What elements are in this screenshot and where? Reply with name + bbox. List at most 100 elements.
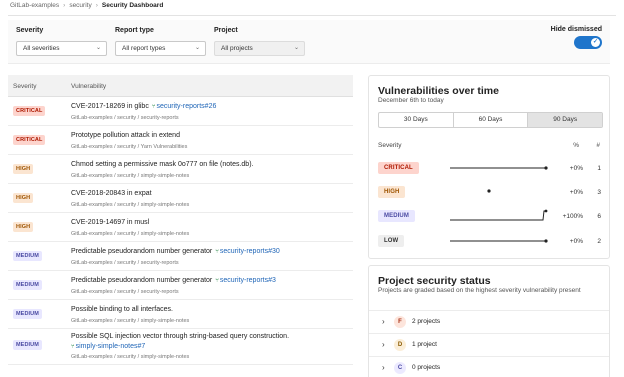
range-90-days[interactable]: 90 Days	[528, 113, 603, 127]
issue-link-text[interactable]: security-reports#26	[156, 103, 216, 110]
vulnerability-title[interactable]: CVE-2017-18269 in glibc ⑂security-reports…	[71, 103, 216, 110]
project-filter-label: Project	[214, 27, 238, 34]
project-path: GitLab-examples / security / security-re…	[71, 260, 179, 266]
vulnerabilities-over-time-card: Vulnerabilities over time December 6th t…	[368, 75, 610, 259]
vulnerability-title-text[interactable]: Prototype pollution attack in extend	[71, 132, 180, 139]
over-time-row-low: LOW +0% 2	[378, 233, 603, 249]
report-type-select-value: All report types	[122, 45, 166, 52]
range-30-days[interactable]: 30 Days	[379, 113, 454, 127]
severity-badge: MEDIUM	[13, 251, 42, 261]
vulnerability-title[interactable]: CVE-2018-20843 in expat	[71, 190, 152, 197]
severity-badge: MEDIUM	[13, 280, 42, 290]
severity-badge: CRITICAL	[13, 135, 46, 145]
project-path: GitLab-examples / security / security-re…	[71, 289, 179, 295]
issue-link[interactable]: ⑂security-reports#26	[152, 103, 217, 110]
severity-filter: Severity All severities ⌄	[16, 27, 107, 56]
vulnerability-column-header: Vulnerability	[71, 83, 107, 90]
severity-badge: HIGH	[13, 222, 34, 232]
vulnerability-title-text[interactable]: Possible SQL injection vector through st…	[71, 333, 289, 340]
vulnerability-row[interactable]: MEDIUM Predictable pseudorandom number ge…	[8, 242, 353, 271]
trend-sparkline	[487, 189, 491, 193]
vulnerability-title[interactable]: Prototype pollution attack in extend	[71, 132, 180, 139]
issue-link-text[interactable]: security-reports#30	[220, 248, 280, 255]
grade-row-c[interactable]: › C 0 projects	[369, 356, 609, 377]
severity-badge: LOW	[378, 235, 405, 247]
vulnerability-title-text[interactable]: Possible binding to all interfaces.	[71, 306, 173, 313]
vulnerability-title-text[interactable]: CVE-2018-20843 in expat	[71, 190, 152, 197]
merge-request-icon: ⑂	[215, 278, 219, 284]
trend-sparkline	[450, 166, 548, 170]
report-type-filter: Report type All report types ⌄	[115, 27, 206, 56]
breadcrumb-subgroup[interactable]: security	[69, 2, 91, 9]
hide-dismissed-toggle[interactable]: ✓	[574, 36, 602, 49]
breadcrumb-current[interactable]: Security Dashboard	[102, 2, 163, 9]
percent-header: %	[573, 142, 579, 149]
vulnerability-title[interactable]: Predictable pseudorandom number generato…	[71, 277, 276, 284]
severity-badge: CRITICAL	[378, 162, 419, 174]
vulnerability-row[interactable]: HIGH CVE-2018-20843 in expat GitLab-exampl…	[8, 184, 353, 213]
issue-link[interactable]: ⑂security-reports#30	[215, 248, 280, 255]
severity-select[interactable]: All severities ⌄	[16, 41, 107, 56]
project-path: GitLab-examples / security / simply-simp…	[71, 202, 190, 208]
severity-badge: HIGH	[13, 193, 34, 203]
grade-project-count: 1 project	[412, 341, 437, 348]
hide-dismissed: Hide dismissed ✓	[551, 26, 602, 51]
report-type-select[interactable]: All report types ⌄	[115, 41, 206, 56]
project-path: GitLab-examples / security / simply-simp…	[71, 318, 190, 324]
vulnerability-row[interactable]: MEDIUM Possible binding to all interfaces…	[8, 300, 353, 329]
merge-request-icon: ⑂	[215, 249, 219, 255]
count-value: 6	[597, 213, 601, 220]
filter-bar: Severity All severities ⌄ Report type Al…	[8, 20, 610, 64]
issue-link[interactable]: ⑂simply-simple-notes#7	[71, 343, 145, 350]
vulnerability-list: Severity Vulnerability CRITICAL CVE-2017-…	[8, 75, 353, 365]
grade-badge: F	[394, 316, 406, 328]
merge-request-icon: ⑂	[151, 104, 156, 110]
card-subtitle: Projects are graded based on the highest…	[378, 287, 581, 294]
vulnerability-title[interactable]: Chmod setting a permissive mask 0o777 on…	[71, 161, 253, 168]
chevron-right-icon: ›	[382, 363, 385, 372]
grade-row-f[interactable]: › F 2 projects	[369, 310, 609, 333]
count-value: 2	[597, 238, 601, 245]
grade-project-count: 0 projects	[412, 364, 441, 371]
vulnerability-title-text[interactable]: Predictable pseudorandom number generato…	[71, 277, 212, 284]
project-select[interactable]: All projects ⌄	[214, 41, 305, 56]
vulnerability-row[interactable]: HIGH CVE-2019-14697 in musl GitLab-example…	[8, 213, 353, 242]
issue-link-text[interactable]: security-reports#3	[220, 277, 276, 284]
grade-row-d[interactable]: › D 1 project	[369, 333, 609, 356]
over-time-row-high: HIGH +0% 3	[378, 184, 603, 200]
vulnerability-row[interactable]: CRITICAL CVE-2017-18269 in glibc ⑂security…	[8, 97, 353, 126]
card-title: Vulnerabilities over time	[378, 85, 499, 97]
vulnerability-row[interactable]: MEDIUM Possible SQL injection vector thro…	[8, 329, 353, 365]
vulnerability-title-text[interactable]: Chmod setting a permissive mask 0o777 on…	[71, 161, 253, 168]
vulnerability-title-text[interactable]: CVE-2019-14697 in musl	[71, 219, 149, 226]
vulnerability-title[interactable]: Possible binding to all interfaces.	[71, 306, 173, 313]
percent-change: +0%	[569, 165, 583, 172]
count-header: #	[596, 142, 600, 149]
project-path: GitLab-examples / security / simply-simp…	[71, 231, 190, 237]
breadcrumb-separator: ›	[95, 2, 98, 9]
vulnerability-row[interactable]: MEDIUM Predictable pseudorandom number ge…	[8, 271, 353, 300]
over-time-row-critical: CRITICAL +0% 1	[378, 160, 603, 176]
project-security-status-card: Project security status Projects are gra…	[368, 265, 610, 377]
card-subtitle: December 6th to today	[378, 97, 444, 104]
issue-link[interactable]: ⑂security-reports#3	[215, 277, 276, 284]
severity-badge: MEDIUM	[13, 309, 42, 319]
vulnerability-title[interactable]: Predictable pseudorandom number generato…	[71, 248, 280, 255]
vulnerability-title-text[interactable]: CVE-2017-18269 in glibc	[71, 103, 149, 110]
breadcrumb: GitLab-examples › security › Security Dashbo…	[10, 2, 163, 9]
issue-link-text[interactable]: simply-simple-notes#7	[76, 343, 146, 350]
vulnerability-title-text[interactable]: Predictable pseudorandom number generato…	[71, 248, 212, 255]
percent-change: +0%	[569, 189, 583, 196]
vulnerability-title[interactable]: CVE-2019-14697 in musl	[71, 219, 149, 226]
vulnerability-row[interactable]: HIGH Chmod setting a permissive mask 0o77…	[8, 155, 353, 184]
project-path: GitLab-examples / security / security-re…	[71, 115, 179, 121]
check-icon: ✓	[591, 38, 600, 47]
severity-badge: MEDIUM	[378, 210, 415, 222]
breadcrumb-group[interactable]: GitLab-examples	[10, 2, 59, 9]
vulnerability-row[interactable]: CRITICAL Prototype pollution attack in ex…	[8, 126, 353, 155]
vulnerability-title[interactable]: Possible SQL injection vector through st…	[71, 333, 289, 340]
count-value: 3	[597, 189, 601, 196]
list-rows: CRITICAL CVE-2017-18269 in glibc ⑂security…	[8, 97, 353, 365]
range-60-days[interactable]: 60 Days	[454, 113, 529, 127]
percent-change: +100%	[562, 213, 583, 220]
